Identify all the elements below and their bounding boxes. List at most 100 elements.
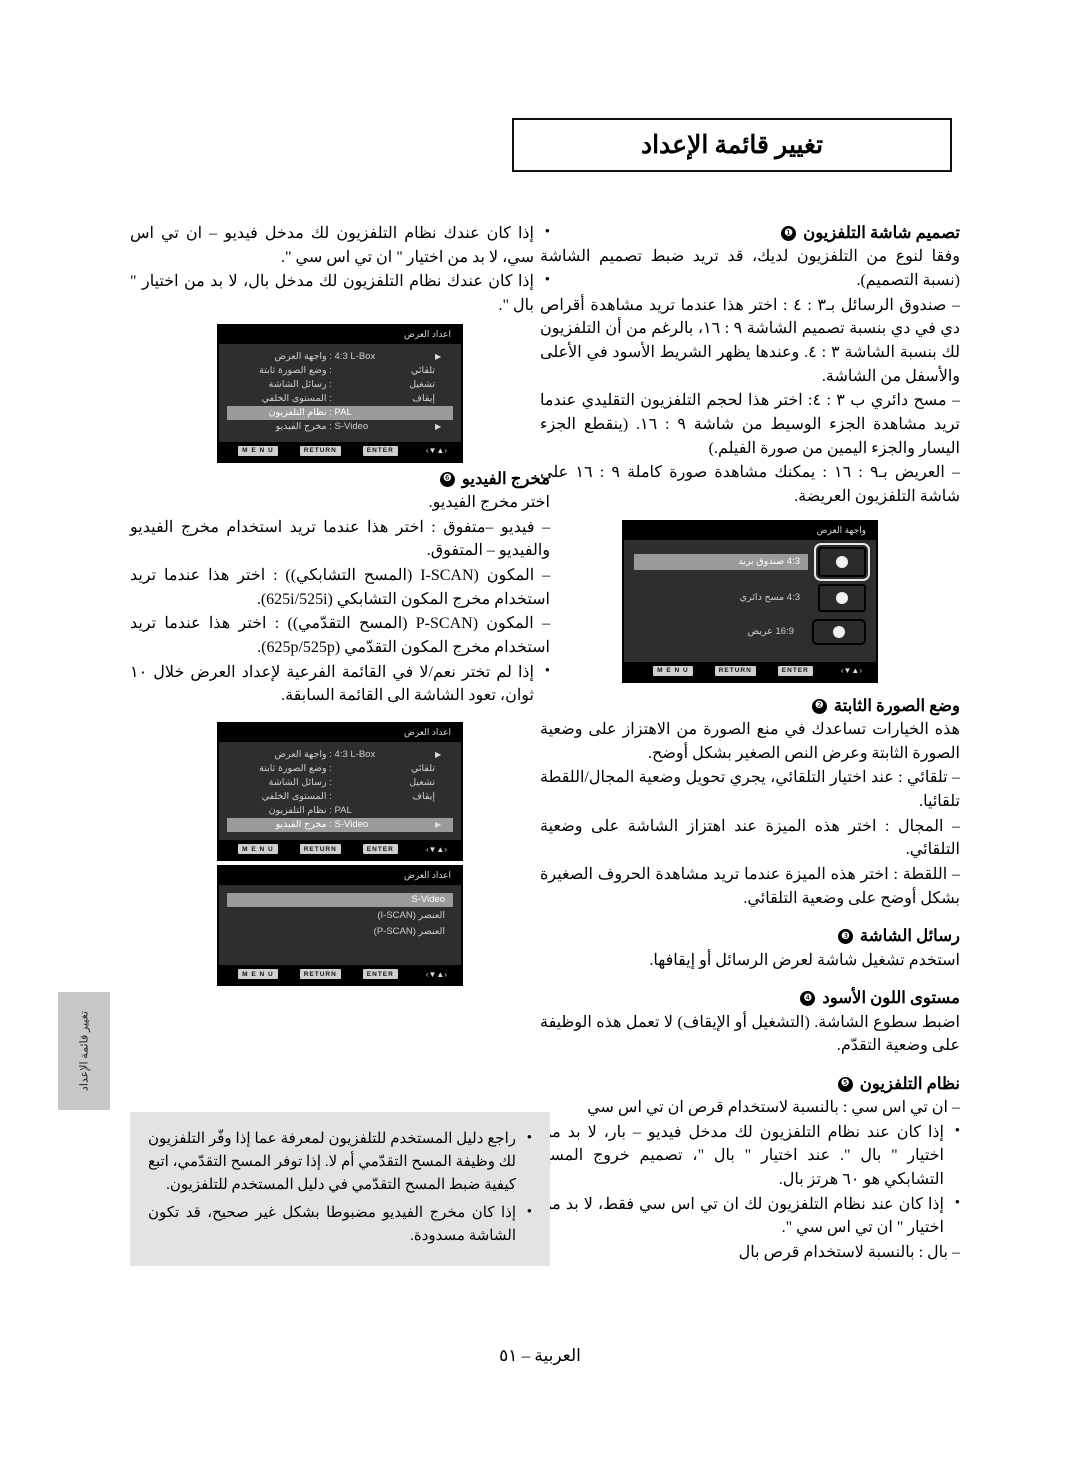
section-paragraph: – بال : بالنسبة لاستخدام قرص بال — [738, 1244, 960, 1262]
osd-row-label: رسائل الشاشة — [268, 378, 327, 390]
section-header: ❹ مستوى اللون الأسود — [540, 987, 960, 1009]
section-title: رسائل الشاشة — [859, 926, 960, 946]
list-item: إذا لم تختر نعم/لا في القائمة الفرعية لإ… — [130, 660, 550, 708]
osd-title: اعداد العرض — [219, 325, 461, 344]
page-number: العربية – ٥١ — [499, 1346, 581, 1365]
menu-key-badge[interactable]: M E N U — [653, 665, 693, 676]
osd-row-separator: : — [329, 805, 332, 816]
section-paragraph: – المجال : اختر هذه الميزة عند اهتزاز ال… — [540, 817, 960, 859]
section-header: ❺ نظام التلفزيون — [540, 1073, 960, 1095]
section-paragraph: هذه الخيارات تساعدك في منع الصورة من الا… — [540, 720, 960, 762]
return-key-badge[interactable]: RETURN — [299, 844, 341, 854]
section-header: ❻ مخرج الفيديو — [130, 468, 550, 490]
osd-option-label: 4:3 مسح دائري — [739, 591, 800, 603]
osd-row-value: تشغيل — [409, 777, 435, 788]
osd-submenu-item[interactable]: العنصر (P-SCAN) — [227, 925, 453, 939]
section-paragraph: – المكون (P-SCAN (المسح التقدّمي)) : اخت… — [130, 615, 551, 656]
menu-key-badge[interactable]: M E N U — [238, 844, 278, 854]
osd-submenu-item-selected[interactable]: S-Video — [227, 893, 453, 907]
chevron-right-icon: ▶ — [435, 351, 442, 361]
list-item: راجع دليل المستخدم للتلفزيون لمعرفة عما … — [148, 1127, 532, 1196]
osd-row-separator: : — [329, 819, 332, 830]
section-title: تصميم شاشة التلفزيون — [803, 223, 960, 242]
osd-body: ▶ 4:3 L-Box : واجهة العرض تلقائي : وضع ا… — [219, 742, 461, 836]
section-screen-messages: ❸ رسائل الشاشة استخدم تشغيل شاشة لعرض ال… — [540, 925, 960, 972]
side-tab: تغيير قائمة الإعداد — [58, 992, 110, 1110]
osd-row-label: مخرج الفيديو — [275, 819, 327, 830]
section-number-icon: ❻ — [439, 471, 455, 487]
osd-menu-row[interactable]: تشغيل : رسائل الشاشة — [227, 378, 453, 392]
section-black-level: ❹ مستوى اللون الأسود اضبط سطوع الشاشة. (… — [540, 987, 960, 1058]
osd-row-separator: : — [329, 791, 332, 802]
osd-row-separator: : — [329, 392, 332, 404]
section-title: مخرج الفيديو — [461, 468, 550, 488]
osd-row-value: إيقاف — [412, 392, 435, 404]
tv-letterbox-icon — [814, 542, 870, 581]
enter-key-badge[interactable]: ENTER — [362, 445, 398, 456]
tv-panscan-icon — [818, 583, 866, 612]
osd-menu-row[interactable]: إيقاف : المستوى الخلفي — [227, 790, 453, 804]
return-key-badge[interactable]: RETURN — [714, 665, 756, 676]
osd-display-setup-screen-2: اعداد العرض ▶ 4:3 L-Box : واجهة العرض تل… — [218, 723, 462, 860]
osd-menu-row[interactable]: PAL : نظام التلفزيون — [227, 804, 453, 818]
enter-key-badge[interactable]: ENTER — [362, 969, 398, 979]
osd-body: S-Video العنصر (I-SCAN) العنصر (P-SCAN) — [219, 885, 461, 961]
osd-row-label: نظام التلفزيون — [268, 805, 327, 816]
section-paragraph: – العريض بـ٩ : ١٦ : يمكنك مشاهدة صورة كا… — [540, 464, 961, 505]
osd-footer: ‹▲▼› ENTER RETURN M E N U — [219, 441, 461, 461]
osd-menu-row-selected[interactable]: PAL : نظام التلفزيون — [227, 405, 453, 420]
osd-menu-row[interactable]: تشغيل : رسائل الشاشة — [227, 776, 453, 790]
enter-key-badge[interactable]: ENTER — [777, 665, 813, 676]
section-paragraph: – فيديو –متفوق : اختر هذا عندما تريد است… — [130, 518, 550, 560]
osd-menu-row[interactable]: إيقاف : المستوى الخلفي — [227, 392, 453, 406]
osd-submenu-item[interactable]: العنصر (I-SCAN) — [227, 909, 453, 923]
chevron-right-icon: ▶ — [435, 421, 442, 431]
osd-row-label: وضع الصورة ثابتة — [259, 763, 327, 774]
chevron-right-icon: ▶ — [435, 750, 442, 759]
osd-menu-row[interactable]: ▶ 4:3 L-Box : واجهة العرض — [227, 350, 453, 364]
osd-row-separator: : — [329, 420, 332, 432]
osd-menu-row[interactable]: تلقائي : وضع الصورة ثابتة — [227, 762, 453, 776]
osd-menu-row[interactable]: ▶ 4:3 L-Box : واجهة العرض — [227, 748, 453, 762]
page-header: تغيير قائمة الإعداد — [0, 118, 1080, 180]
osd-row-value: تلقائي — [410, 364, 435, 376]
section-number-icon: ❸ — [837, 929, 853, 945]
osd-menu-row[interactable]: تلقائي : وضع الصورة ثابتة — [227, 364, 453, 378]
return-key-badge[interactable]: RETURN — [299, 969, 341, 979]
osd-body: 4:3 صندوق بريد 4:3 مسح دائري 16:9 عريض — [624, 540, 876, 658]
section-title: وضع الصورة الثابتة — [833, 695, 960, 715]
osd-video-output-submenu: اعداد العرض S-Video العنصر (I-SCAN) العن… — [218, 866, 462, 985]
osd-row-value: 4:3 L-Box — [334, 749, 376, 760]
return-key-badge[interactable]: RETURN — [299, 445, 341, 456]
osd-title: اعداد العرض — [219, 724, 461, 742]
section-bullet-list: إذا لم تختر نعم/لا في القائمة الفرعية لإ… — [130, 660, 550, 708]
section-paragraph: استخدم تشغيل شاشة لعرض الرسائل أو إيقافه… — [649, 951, 960, 969]
osd-menu-row-selected[interactable]: ▶ S-Video : مخرج الفيديو — [227, 818, 453, 832]
page-title: تغيير قائمة الإعداد — [640, 132, 824, 159]
enter-key-badge[interactable]: ENTER — [362, 844, 398, 854]
osd-menu-row[interactable]: ▶ S-Video : مخرج الفيديو — [227, 420, 453, 434]
section-header: ❷ وضع الصورة الثابتة — [540, 695, 960, 717]
list-item: إذا كان عندك نظام التلفزيون لك مدخل بال،… — [130, 269, 550, 317]
dpad-icon: ‹▲▼› — [840, 666, 862, 676]
osd-submenu-label: العنصر (I-SCAN) — [377, 910, 445, 921]
section-paragraph: – اللقطة : اختر هذه الميزة عندما تريد مش… — [540, 865, 960, 907]
osd-option-row[interactable]: 4:3 مسح دائري — [634, 583, 866, 612]
osd-row-value: تلقائي — [410, 763, 435, 774]
note-box: راجع دليل المستخدم للتلفزيون لمعرفة عما … — [130, 1112, 550, 1266]
osd-option-label: 16:9 عريض — [747, 625, 794, 637]
section-number-icon: ❺ — [837, 1076, 853, 1092]
right-column: ❶ تصميم شاشة التلفزيون وفقا لنوع من التل… — [540, 222, 960, 1267]
osd-body: ▶ 4:3 L-Box : واجهة العرض تلقائي : وضع ا… — [219, 344, 461, 438]
osd-option-row[interactable]: 4:3 صندوق بريد — [634, 542, 870, 581]
osd-row-label: المستوى الخلفي — [261, 791, 327, 802]
menu-key-badge[interactable]: M E N U — [238, 445, 278, 456]
osd-footer: ‹▲▼› ENTER RETURN M E N U — [219, 965, 461, 984]
menu-key-badge[interactable]: M E N U — [238, 969, 278, 979]
osd-option-row[interactable]: 16:9 عريض — [634, 618, 866, 645]
osd-footer: ‹▲▼› ENTER RETURN M E N U — [624, 661, 876, 681]
section-still-picture-mode: ❷ وضع الصورة الثابتة هذه الخيارات تساعدك… — [540, 695, 960, 911]
list-item: إذا كان مخرج الفيديو مضبوطا بشكل غير صحي… — [148, 1201, 532, 1248]
osd-row-label: مخرج الفيديو — [275, 420, 327, 432]
section-paragraph: – المكون (I-SCAN (المسح التشابكي)) : اخت… — [130, 566, 551, 608]
